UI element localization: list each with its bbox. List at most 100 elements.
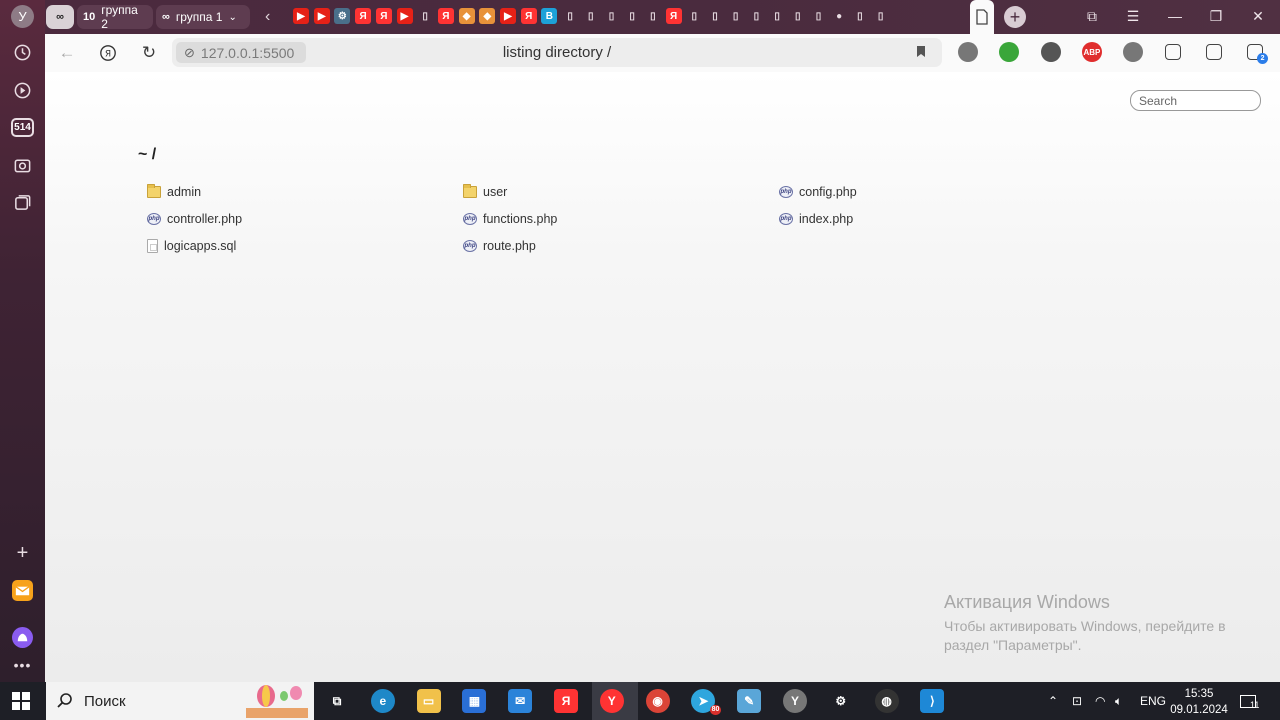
downloads-icon[interactable]: 2 [1247, 44, 1269, 64]
yandex-icon[interactable]: Я [437, 8, 454, 24]
file-name: user [483, 185, 508, 199]
back-arrow-icon[interactable]: ← [56, 42, 78, 64]
notepad-icon[interactable]: ✎ [737, 689, 762, 713]
chevron-down-icon[interactable]: ⌄ [228, 12, 236, 23]
document-icon[interactable]: ▯ [604, 8, 620, 24]
circle-ext-icon[interactable] [958, 42, 978, 62]
diamond-icon[interactable]: ◆ [458, 8, 475, 24]
youtube-icon[interactable]: ▶ [500, 8, 516, 24]
document-icon[interactable]: ▯ [769, 8, 785, 24]
screen-ext-icon[interactable] [1205, 44, 1222, 60]
file-entry-folder[interactable]: user [463, 182, 507, 202]
document-icon[interactable]: ▯ [748, 8, 764, 24]
reload-icon[interactable]: ↻ [138, 42, 160, 64]
document-icon[interactable]: ▯ [852, 8, 868, 24]
mail-icon[interactable]: ✉ [508, 689, 533, 713]
store-icon[interactable]: ▦ [462, 689, 487, 713]
yandex-browser-icon[interactable]: Y [599, 689, 624, 713]
input-language[interactable]: ENG [1140, 682, 1166, 720]
meet-now-icon[interactable]: ⊡ [1072, 682, 1082, 720]
yandex-icon[interactable]: Я [665, 8, 682, 24]
document-icon[interactable]: ▯ [562, 8, 578, 24]
github-icon[interactable]: ● [831, 8, 847, 24]
edge-icon[interactable]: e [370, 689, 395, 713]
active-tab[interactable] [970, 0, 994, 34]
document-icon[interactable]: ▯ [583, 8, 599, 24]
document-icon[interactable]: ▯ [417, 8, 433, 24]
document-icon[interactable]: ▯ [707, 8, 723, 24]
document-icon[interactable]: ▯ [790, 8, 806, 24]
planet-ext-icon[interactable] [1040, 42, 1061, 62]
puzzle-ext-icon[interactable] [1164, 44, 1181, 60]
file-entry-php[interactable]: php controller.php [147, 209, 242, 229]
restore-icon[interactable]: ❐ [1206, 6, 1226, 26]
counter-badge[interactable]: 514 [11, 118, 34, 137]
show-hidden-icons[interactable]: ⌃ [1048, 682, 1058, 720]
windows-start-icon[interactable] [12, 692, 30, 710]
yandex-icon[interactable]: Я [375, 8, 392, 24]
collections-window-icon[interactable]: ⧉ [1082, 6, 1102, 26]
yandex-app-icon[interactable]: Y [783, 689, 807, 713]
new-tab-button[interactable]: + [1004, 6, 1026, 28]
system-clock[interactable]: 15:35 09.01.2024 [1168, 686, 1230, 718]
notifications-icon[interactable]: 11 [1240, 682, 1259, 720]
scroll-tabs-left-icon[interactable]: ‹ [265, 8, 270, 26]
video-play-icon[interactable] [12, 80, 33, 101]
history-icon[interactable] [12, 42, 33, 63]
mail-envelope-icon[interactable] [12, 580, 33, 601]
file-name: controller.php [167, 212, 243, 226]
obs-icon[interactable]: ◍ [874, 689, 899, 713]
document-icon[interactable]: ▯ [645, 8, 661, 24]
menu-icon[interactable]: ☰ [1123, 6, 1143, 26]
screenshot-icon[interactable] [12, 155, 33, 176]
youtube-icon[interactable]: ▶ [313, 8, 330, 24]
address-bar[interactable]: ⊘ 127.0.0.1:5500 listing directory / [172, 38, 942, 67]
file-entry-php[interactable]: php index.php [779, 209, 853, 229]
document-icon[interactable]: ▯ [728, 8, 744, 24]
file-entry-folder[interactable]: admin [147, 182, 201, 202]
settings-icon[interactable]: ⚙ [829, 689, 853, 713]
profile-avatar[interactable]: У [11, 5, 34, 28]
volume-icon[interactable]: 🔈︎ [1115, 682, 1122, 720]
chrome-icon[interactable]: ◉ [645, 689, 670, 713]
explorer-icon[interactable]: ▭ [416, 689, 441, 713]
bookmark-icon[interactable] [916, 45, 926, 61]
youtube-icon[interactable]: ▶ [293, 8, 309, 24]
more-icon[interactable]: ••• [12, 654, 33, 675]
file-entry-php[interactable]: php functions.php [463, 209, 557, 229]
youtube-icon[interactable]: ▶ [396, 8, 413, 24]
tab-group-1[interactable]: ∞ группа 1 ⌄ [156, 5, 250, 29]
alice-assistant-icon[interactable] [12, 627, 33, 648]
minimize-icon[interactable]: — [1165, 6, 1185, 26]
vscode-icon[interactable]: ⟩ [920, 689, 945, 713]
group-label: группа 2 [101, 3, 138, 31]
bookmark-blue-icon[interactable]: B [541, 8, 558, 24]
yandex-icon[interactable]: Я [554, 689, 578, 713]
yandex-icon[interactable]: Я [520, 8, 537, 24]
wifi-icon[interactable]: ◠ [1095, 682, 1105, 720]
document-icon[interactable]: ▯ [811, 8, 827, 24]
download-arrow-ext-icon[interactable] [999, 42, 1020, 62]
document-icon[interactable]: ▯ [624, 8, 640, 24]
search-input[interactable] [1130, 90, 1261, 111]
close-icon[interactable]: ✕ [1248, 6, 1268, 26]
file-entry-php[interactable]: php config.php [779, 182, 857, 202]
yandex-icon[interactable]: Я [355, 8, 372, 24]
document-icon[interactable]: ▯ [873, 8, 889, 24]
settings-icon[interactable]: ⚙ [334, 8, 351, 24]
document-icon[interactable]: ▯ [686, 8, 702, 24]
task-view-icon[interactable]: ⧉ [325, 689, 349, 713]
taskbar-search[interactable]: Поиск [46, 682, 314, 720]
adblock-ext-icon[interactable]: ABP [1081, 42, 1102, 62]
diamond-icon[interactable]: ◆ [479, 8, 496, 24]
tab-group-infinity[interactable]: ∞ [46, 5, 74, 29]
collections-icon[interactable] [12, 192, 33, 213]
file-name: route.php [483, 239, 536, 253]
telegram-icon[interactable]: ➤ 80 [691, 689, 722, 715]
file-entry-sql[interactable]: logicapps.sql [147, 236, 236, 256]
tab-group-2[interactable]: 10 группа 2 [77, 3, 153, 31]
add-panel-icon[interactable]: + [12, 542, 33, 564]
yandex-home-icon[interactable]: Я [97, 42, 119, 64]
shield-ext-icon[interactable] [1123, 42, 1144, 62]
file-entry-php[interactable]: php route.php [463, 236, 536, 256]
